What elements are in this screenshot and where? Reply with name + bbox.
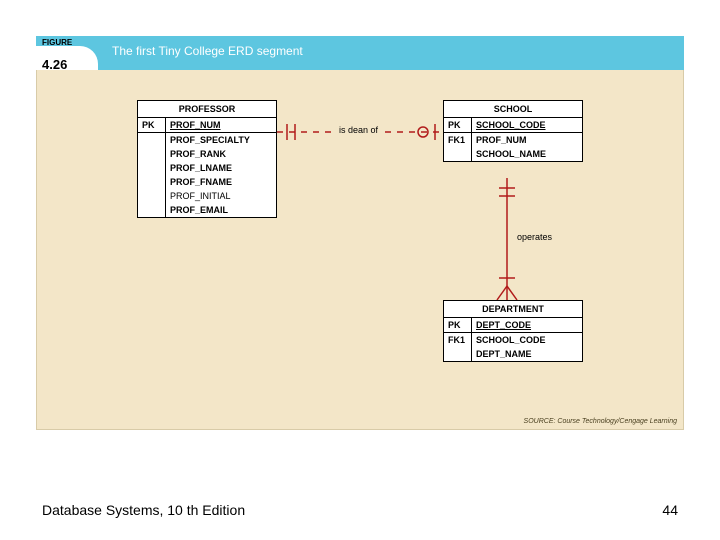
erd-canvas: PROFESSOR PK PROF_NUM PROF_SPECIALTY PRO… [36, 70, 684, 430]
attr: PROF_SPECIALTY [166, 133, 276, 147]
attr: PROF_INITIAL [166, 189, 276, 203]
relationship-lines [37, 70, 683, 429]
attr: SCHOOL_NAME [472, 147, 582, 161]
entity-title: DEPARTMENT [444, 301, 582, 318]
entity-title: SCHOOL [444, 101, 582, 118]
figure-number-box: FIGURE 4.26 [36, 36, 98, 70]
entity-title: PROFESSOR [138, 101, 276, 118]
relationship-label-operates: operates [515, 232, 554, 242]
page-number: 44 [662, 502, 678, 518]
figure-header: FIGURE 4.26 The first Tiny College ERD s… [36, 36, 684, 70]
fk-field: SCHOOL_CODE [472, 333, 582, 347]
entity-professor: PROFESSOR PK PROF_NUM PROF_SPECIALTY PRO… [137, 100, 277, 218]
figure-number: 4.26 [42, 57, 67, 72]
pk-label: PK [444, 318, 471, 332]
pk-label: PK [138, 118, 165, 132]
source-credit: SOURCE: Course Technology/Cengage Learni… [524, 418, 677, 425]
entity-department: DEPARTMENT PK FK1 DEPT_CODE SCHOOL_CODE … [443, 300, 583, 362]
attr: PROF_FNAME [166, 175, 276, 189]
pk-field: DEPT_CODE [472, 318, 582, 332]
figure-word: FIGURE [42, 38, 72, 47]
attr: DEPT_NAME [472, 347, 582, 361]
pk-field: SCHOOL_CODE [472, 118, 582, 132]
figure-title: The first Tiny College ERD segment [98, 36, 317, 70]
relationship-label-dean: is dean of [337, 125, 380, 135]
attr: PROF_EMAIL [166, 203, 276, 217]
pk-field: PROF_NUM [166, 118, 276, 132]
attr: PROF_RANK [166, 147, 276, 161]
pk-label: PK [444, 118, 471, 132]
book-title: Database Systems, 10 th Edition [42, 502, 245, 518]
attr: PROF_LNAME [166, 161, 276, 175]
fk-label: FK1 [444, 333, 471, 347]
entity-school: SCHOOL PK FK1 SCHOOL_CODE PROF_NUM SCHOO… [443, 100, 583, 162]
slide-footer: Database Systems, 10 th Edition 44 [42, 502, 678, 518]
fk-field: PROF_NUM [472, 133, 582, 147]
fk-label: FK1 [444, 133, 471, 147]
